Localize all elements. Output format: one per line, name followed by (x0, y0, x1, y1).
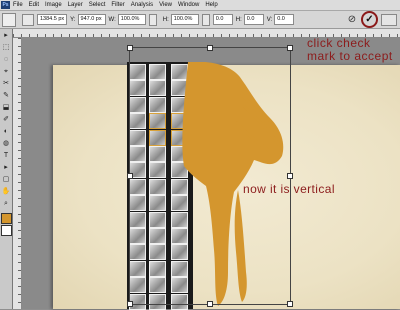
brush-tool-icon[interactable]: ✎ (1, 91, 11, 101)
hand-tool-icon[interactable]: ✋ (1, 187, 11, 197)
transform-handle-top-center[interactable] (207, 45, 213, 51)
menu-analysis[interactable]: Analysis (131, 2, 153, 8)
path-selection-tool-icon[interactable]: ▸ (1, 163, 11, 173)
type-tool-icon[interactable]: T (1, 151, 11, 161)
menu-bar: Ps File Edit Image Layer Select Filter A… (0, 0, 400, 11)
lasso-tool-icon[interactable]: ◌ (1, 55, 11, 65)
eraser-tool-icon[interactable]: ◐ (1, 127, 11, 137)
check-icon: ✓ (365, 13, 374, 25)
menu-edit[interactable]: Edit (29, 2, 39, 8)
menu-view[interactable]: View (159, 2, 172, 8)
toolbox: ▸ ⬚ ◌ ⌖ ✂ ✎ ⬓ ✐ ◐ ◍ T ▸ ▢ ✋ ⌕ (0, 29, 13, 309)
zoom-tool-icon[interactable]: ⌕ (1, 199, 11, 209)
v-skew-label: V: (266, 16, 273, 23)
transform-handle-bottom-center[interactable] (207, 301, 213, 307)
y-position-field[interactable]: 947.0 px (77, 14, 106, 25)
angle-field[interactable]: 0.0 (212, 14, 233, 25)
crop-tool-icon[interactable]: ⌖ (1, 67, 11, 77)
x-position-field[interactable]: 1384.5 px (37, 14, 68, 25)
link-icon[interactable] (148, 13, 157, 26)
cancel-transform-icon[interactable]: ⊘ (346, 14, 358, 25)
reference-point-icon[interactable] (22, 13, 34, 26)
marquee-tool-icon[interactable]: ⬚ (1, 43, 11, 53)
menu-help[interactable]: Help (205, 2, 217, 8)
transform-handle-middle-left[interactable] (127, 173, 133, 179)
menu-select[interactable]: Select (89, 2, 106, 8)
transform-handle-top-left[interactable] (127, 45, 133, 51)
menu-image[interactable]: Image (45, 2, 62, 8)
width-field[interactable]: 100.0% (117, 14, 146, 25)
rotate-icon (201, 13, 210, 26)
transform-handle-top-right[interactable] (287, 45, 293, 51)
annotation-click-check-mark: click check mark to accept (307, 36, 393, 63)
transform-bounding-box[interactable] (127, 45, 293, 307)
blur-tool-icon[interactable]: ◍ (1, 139, 11, 149)
vertical-ruler (13, 38, 22, 309)
move-tool-icon[interactable]: ▸ (1, 31, 11, 41)
y-label: Y: (70, 16, 76, 23)
menu-filter[interactable]: Filter (111, 2, 124, 8)
tool-preset-picker[interactable] (2, 12, 16, 27)
transform-handle-bottom-left[interactable] (127, 301, 133, 307)
height-field[interactable]: 100.0% (170, 14, 199, 25)
transform-handle-bottom-right[interactable] (287, 301, 293, 307)
w-label: W: (108, 16, 116, 23)
workspace-switcher[interactable] (381, 13, 397, 26)
menu-file[interactable]: File (13, 2, 23, 8)
background-color-swatch[interactable] (1, 225, 12, 236)
photoshop-logo: Ps (1, 1, 10, 9)
slice-tool-icon[interactable]: ✂ (1, 79, 11, 89)
shape-tool-icon[interactable]: ▢ (1, 175, 11, 185)
commit-transform-button[interactable]: ✓ (361, 11, 378, 28)
annotation-now-vertical: now it is vertical (243, 182, 335, 196)
foreground-color-swatch[interactable] (1, 213, 12, 224)
transform-options-bar: 1384.5 px Y: 947.0 px W: 100.0% H: 100.0… (0, 11, 400, 29)
h-skew-label: H: (235, 16, 242, 23)
h-label: H: (162, 16, 169, 23)
history-brush-tool-icon[interactable]: ✐ (1, 115, 11, 125)
h-skew-field[interactable]: 0.0 (243, 14, 264, 25)
v-skew-field[interactable]: 0.0 (274, 14, 295, 25)
transform-handle-middle-right[interactable] (287, 173, 293, 179)
document-canvas[interactable] (22, 38, 400, 310)
menu-layer[interactable]: Layer (68, 2, 83, 8)
menu-window[interactable]: Window (178, 2, 199, 8)
stamp-tool-icon[interactable]: ⬓ (1, 103, 11, 113)
